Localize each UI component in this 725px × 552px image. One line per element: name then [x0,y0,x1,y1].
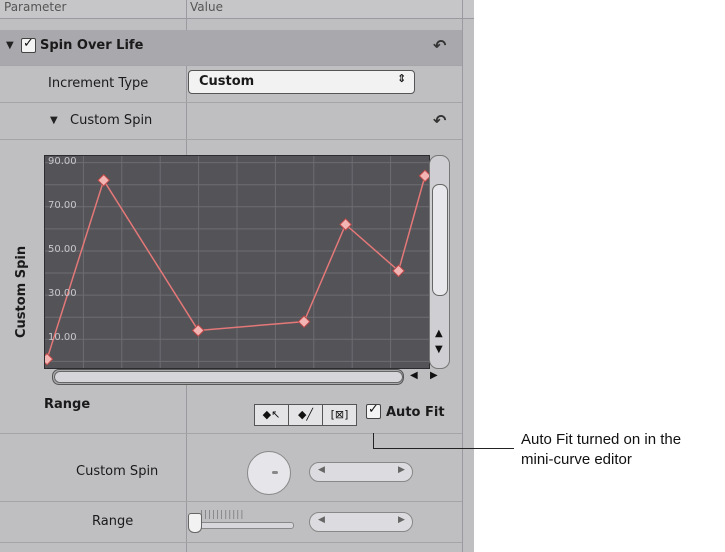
behavior-name: Spin Over Life [40,38,144,53]
custom-spin-group-label: Custom Spin [70,113,153,128]
y-tick-label: 70.00 [48,199,77,211]
auto-fit-checkbox[interactable] [366,402,381,419]
range-slider-knob[interactable] [188,513,202,533]
custom-spin-param-label: Custom Spin [76,464,159,479]
pen-tool[interactable]: ◆╱ [288,404,323,426]
scroll-right-arrow-icon[interactable]: ▶ [430,370,438,381]
custom-spin-value-slider[interactable]: ◀ ▶ [309,462,413,482]
divider [0,432,462,434]
custom-spin-group-row[interactable]: ▼ Custom Spin ↶ [0,103,462,140]
disclosure-triangle-icon[interactable]: ▼ [50,115,58,126]
callout-leader-vertical [373,433,374,448]
scroll-down-arrow-icon[interactable]: ▼ [435,344,443,355]
scroll-left-arrow-icon[interactable]: ◀ [410,370,418,381]
curve-canvas[interactable] [45,156,429,368]
vertical-scroll-thumb[interactable] [432,184,448,296]
y-tick-label: 10.00 [48,332,77,344]
fit-view-tool[interactable]: [⊠] [322,404,357,426]
custom-spin-dial[interactable] [247,451,291,495]
x-axis-label: Range [44,397,91,412]
parameters-panel: Parameter Value ▼ Spin Over Life ↶ Incre… [0,0,474,552]
panel-edge [462,0,463,552]
keyframe-point[interactable] [418,169,429,183]
increment-arrow-icon[interactable]: ▶ [398,465,405,475]
keyframe-point[interactable] [191,324,205,337]
curve-line [46,175,426,360]
horizontal-scroll-thumb[interactable] [54,371,403,383]
decrement-arrow-icon[interactable]: ◀ [318,515,325,525]
callout-leader-horizontal [373,448,514,449]
popup-arrows-icon: ⇕ [397,72,407,85]
range-value-slider[interactable]: ◀ ▶ [309,512,413,532]
y-axis-label: Custom Spin [14,245,29,338]
column-header: Parameter Value [0,0,474,19]
scroll-up-arrow-icon[interactable]: ▲ [435,328,443,339]
callout-line-1: Auto Fit turned on in the [521,431,682,448]
value-column-header: Value [190,0,223,14]
behavior-enable-checkbox[interactable] [21,36,36,53]
callout-text: Auto Fit turned on in the mini-curve edi… [521,430,681,470]
range-param-label: Range [92,514,134,529]
keyframe-point[interactable] [45,352,54,366]
increment-type-label: Increment Type [48,76,149,91]
behavior-row[interactable]: ▼ Spin Over Life ↶ [0,30,462,66]
select-keyframe-tool[interactable]: ◆↖ [254,404,289,426]
increment-type-value: Custom [199,74,255,89]
callout-line-2: mini-curve editor [521,451,632,468]
y-tick-label: 50.00 [48,243,77,255]
auto-fit-label: Auto Fit [386,405,445,420]
range-slider-track[interactable] [190,522,294,529]
reset-icon[interactable]: ↶ [433,111,446,130]
increment-type-popup[interactable]: Custom ⇕ [188,70,415,94]
y-tick-label: 90.00 [48,155,77,167]
vertical-scrollbar[interactable]: ▲ ▼ [429,155,450,369]
mini-curve-editor-graph[interactable] [44,155,430,369]
reset-icon[interactable]: ↶ [433,36,446,55]
range-slider-ticks: ||||||||||| [200,510,245,520]
parameter-column-header: Parameter [4,0,67,14]
y-tick-label: 30.00 [48,288,77,300]
increment-arrow-icon[interactable]: ▶ [398,515,405,525]
horizontal-scrollbar[interactable] [52,369,404,385]
decrement-arrow-icon[interactable]: ◀ [318,465,325,475]
disclosure-triangle-icon[interactable]: ▼ [6,40,14,51]
